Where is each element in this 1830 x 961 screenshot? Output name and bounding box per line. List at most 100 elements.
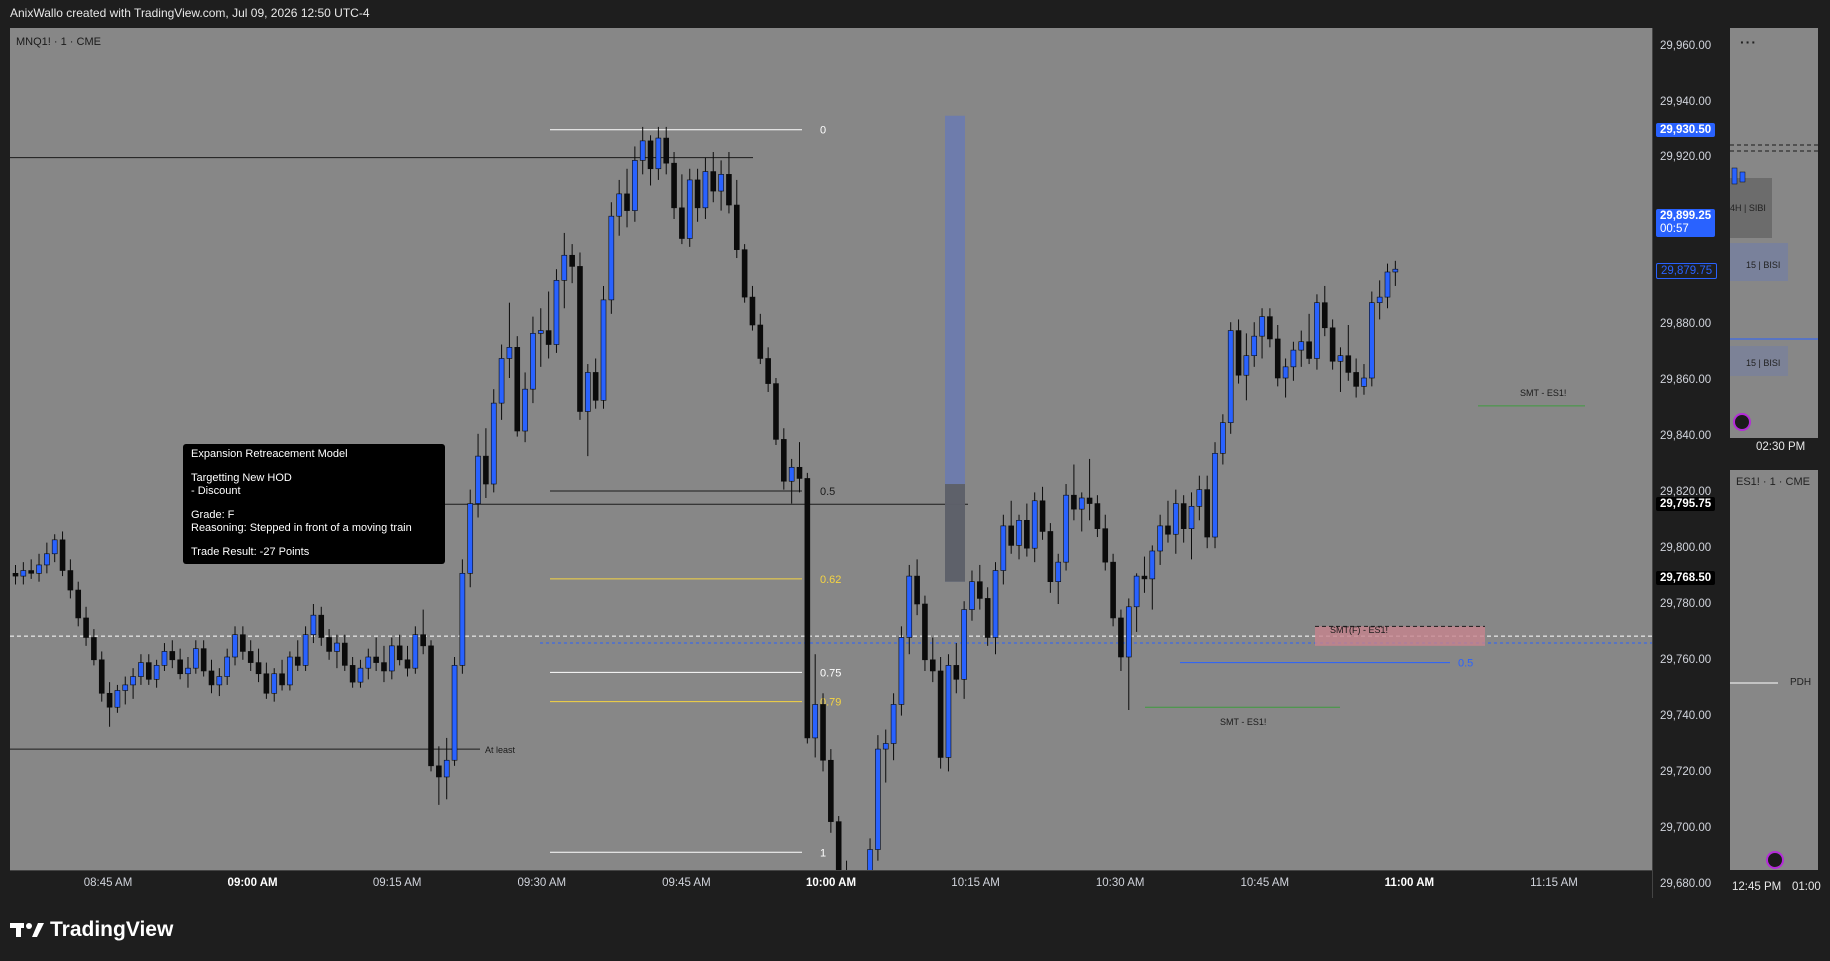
fib-level-label: 0 xyxy=(820,125,826,137)
candle-body xyxy=(835,821,842,870)
candle-body xyxy=(828,759,834,822)
candle-body xyxy=(1274,338,1281,379)
trade-note-reasoning: Reasoning: Stepped in front of a moving … xyxy=(191,522,412,534)
pdh-label: PDH xyxy=(1790,677,1812,688)
candle-body xyxy=(1353,372,1359,387)
price-tick: 29,700.00 xyxy=(1660,822,1712,834)
trade-note-target: Targetting New HOD xyxy=(191,472,292,484)
candle-body xyxy=(796,466,803,479)
tradingview-brand-text: TradingView xyxy=(50,918,174,941)
high-price-tag: 29,930.50 xyxy=(1656,123,1716,137)
candle-body xyxy=(1314,302,1320,359)
candle-body xyxy=(294,656,301,666)
candle-body xyxy=(1133,575,1140,608)
side-chart-bottom[interactable] xyxy=(1730,470,1818,870)
candle-body xyxy=(922,603,928,661)
candle-body xyxy=(1157,525,1163,552)
price-tick: 29,960.00 xyxy=(1660,40,1712,52)
candle-body xyxy=(498,358,505,404)
line-price-tag-2: 29,768.50 xyxy=(1656,571,1716,585)
candle-body xyxy=(875,748,881,850)
candle-body xyxy=(639,140,646,161)
candle-body xyxy=(632,160,638,211)
trade-note-result: Trade Result: -27 Points xyxy=(191,546,310,558)
candle-body xyxy=(655,137,662,170)
candle-body xyxy=(812,704,818,739)
4h-sibi-label: 4H | SIBI xyxy=(1730,203,1766,213)
candle-body xyxy=(1039,500,1046,532)
candle-body xyxy=(1298,341,1305,351)
fib-level-label: 0.5 xyxy=(820,486,835,498)
trade-note-discount: - Discount xyxy=(191,485,241,497)
highlight-box-lower xyxy=(945,484,965,582)
candle-body xyxy=(961,609,967,680)
candle-body xyxy=(169,651,176,661)
candle-body xyxy=(1047,531,1054,582)
candle-body xyxy=(1267,316,1273,340)
time-tick: 09:00 AM xyxy=(227,877,278,889)
fib-level-label: 0.62 xyxy=(820,574,841,586)
side-chart-top[interactable] xyxy=(1730,28,1818,438)
candle-body xyxy=(51,539,58,555)
trade-note-grade: Grade: F xyxy=(191,509,235,521)
time-tick: 09:15 AM xyxy=(372,877,422,889)
candle-body xyxy=(436,765,442,778)
candle-body xyxy=(1204,489,1210,538)
candle-body xyxy=(326,637,332,652)
bar-countdown: 00:57 xyxy=(1660,223,1689,235)
candle-body xyxy=(279,673,285,686)
candle-body xyxy=(522,388,528,432)
more-icon[interactable]: ··· xyxy=(1740,34,1757,50)
candle-body xyxy=(381,662,387,672)
candle-body xyxy=(271,673,278,694)
candle-body xyxy=(404,659,411,669)
candle-body xyxy=(161,651,168,666)
price-tick: 29,680.00 xyxy=(1660,878,1712,890)
candle-body xyxy=(216,676,223,686)
lightning-icon[interactable] xyxy=(1733,413,1751,431)
candle-body xyxy=(1306,341,1312,359)
line-price-tag-1: 29,795.75 xyxy=(1656,497,1716,511)
candle-body xyxy=(185,667,191,675)
candle-body xyxy=(1149,550,1156,580)
candle-body xyxy=(396,645,403,661)
candle-body xyxy=(600,299,607,401)
candle-body xyxy=(537,330,544,334)
secondary-symbol-label[interactable]: ES1! · 1 · CME xyxy=(1736,476,1810,488)
candle-body xyxy=(624,193,630,211)
candle-body xyxy=(1196,489,1203,507)
candle-body xyxy=(710,171,717,192)
candle-body xyxy=(224,656,230,677)
candle-body xyxy=(1321,302,1328,329)
candle-body xyxy=(389,645,395,672)
candle-body xyxy=(1188,506,1195,529)
candle-body xyxy=(412,634,419,669)
price-tick: 29,940.00 xyxy=(1660,96,1712,108)
candle-body xyxy=(898,637,905,705)
tradingview-logo[interactable]: TradingView xyxy=(10,918,173,942)
candle-body xyxy=(945,665,952,758)
price-tick: 29,860.00 xyxy=(1660,374,1712,386)
candle-body xyxy=(467,503,474,574)
candle-body xyxy=(608,215,615,301)
candle-body xyxy=(984,598,991,638)
side-top-axis xyxy=(1818,28,1830,438)
candle-body xyxy=(420,634,426,647)
candle-body xyxy=(75,589,82,619)
candle-body xyxy=(1392,268,1399,273)
price-tick: 29,720.00 xyxy=(1660,766,1712,778)
candle-body xyxy=(569,254,575,267)
15m-bisi-label-2: 15 | BISI xyxy=(1746,358,1781,368)
candle-body xyxy=(44,553,50,566)
candle-body xyxy=(310,614,317,635)
candle-body xyxy=(1102,528,1109,563)
candle-body xyxy=(20,570,27,577)
main-symbol-label[interactable]: MNQ1! · 1 · CME xyxy=(16,36,101,48)
candle-body xyxy=(1118,617,1124,658)
candle-body xyxy=(694,179,701,209)
last-price-tag: 29,899.25 00:57 xyxy=(1656,209,1716,237)
candle-body xyxy=(1165,525,1171,535)
candle-body xyxy=(302,634,309,666)
lightning-icon[interactable] xyxy=(1766,851,1784,869)
candle-body xyxy=(1094,503,1101,529)
